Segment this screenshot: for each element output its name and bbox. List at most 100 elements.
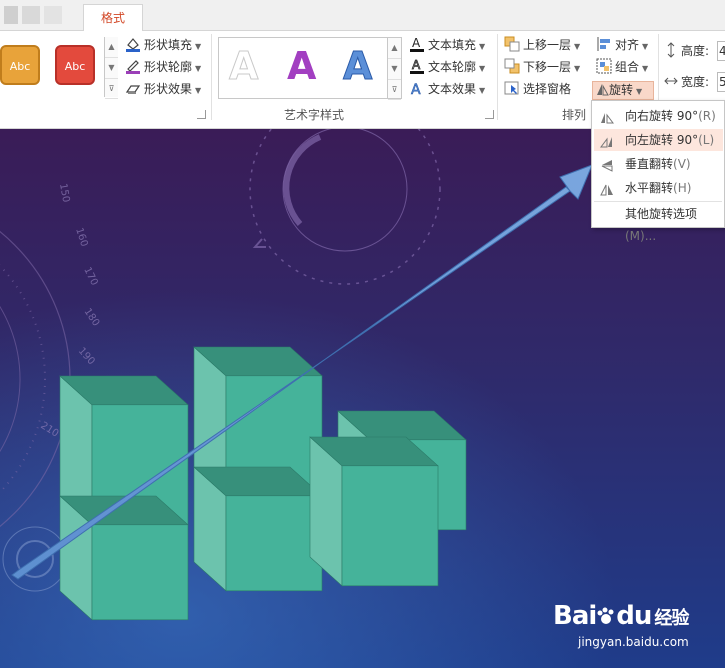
svg-text:A: A bbox=[412, 36, 421, 50]
menu-item-flip-horizontal[interactable]: 水平翻转(H) bbox=[594, 177, 723, 199]
send-backward-button[interactable]: 下移一层 ▼ bbox=[504, 57, 580, 77]
watermark-du: du bbox=[616, 601, 652, 631]
rotate-menu: 向右旋转 90°(R) 向左旋转 90°(L) 垂直翻转(V) 水平翻转(H) … bbox=[591, 100, 725, 243]
shape-effects-button[interactable]: 形状效果 ▼ bbox=[125, 79, 201, 99]
width-control: 宽度: bbox=[664, 72, 709, 92]
shape-outline-button[interactable]: 形状轮廓 ▼ bbox=[125, 57, 201, 77]
rotate-right-icon bbox=[600, 109, 614, 124]
text-fill-button[interactable]: A 文本填充 ▼ bbox=[409, 35, 485, 55]
watermark-url: jingyan.baidu.com bbox=[578, 635, 689, 649]
dropdown-arrow-icon: ▼ bbox=[479, 42, 486, 51]
width-label: 宽度: bbox=[681, 75, 710, 89]
blurred-tab bbox=[44, 6, 62, 24]
selection-pane-button[interactable]: 选择窗格 bbox=[504, 79, 571, 99]
blurred-tab bbox=[4, 6, 18, 24]
dropdown-arrow-icon: ▼ bbox=[642, 42, 649, 51]
group-button[interactable]: 组合 ▼ bbox=[596, 57, 648, 77]
paint-bucket-icon bbox=[125, 36, 141, 52]
text-effects-icon: A bbox=[409, 80, 425, 99]
text-effects-label: 文本效果 bbox=[428, 82, 477, 96]
shape-outline-label: 形状轮廓 bbox=[144, 60, 193, 74]
expand-gallery-icon[interactable]: ⊽ bbox=[388, 80, 401, 101]
selection-pane-icon bbox=[504, 80, 520, 96]
paw-icon bbox=[596, 603, 616, 624]
tab-format[interactable]: 格式 bbox=[83, 4, 143, 31]
tab-bar: 格式 bbox=[0, 0, 725, 31]
rotate-icon bbox=[595, 82, 609, 96]
pencil-icon bbox=[125, 58, 141, 74]
watermark-jingyan: 经验 bbox=[654, 608, 689, 629]
wordart-gallery[interactable]: A A A ▲ ▼ ⊽ bbox=[218, 37, 402, 101]
height-input[interactable]: 4 bbox=[717, 41, 725, 61]
shape-style-orange-button[interactable]: Abc bbox=[0, 45, 40, 85]
width-input[interactable]: 5 bbox=[717, 72, 725, 92]
align-label: 对齐 bbox=[615, 38, 640, 52]
menu-item-key: (R) bbox=[698, 109, 716, 123]
menu-item-key: (M)... bbox=[625, 229, 657, 243]
menu-item-more-rotation[interactable]: 其他旋转选项 (M)... bbox=[594, 203, 723, 243]
blurred-tab bbox=[22, 6, 40, 24]
align-icon bbox=[596, 36, 612, 52]
text-outline-icon: A bbox=[409, 58, 425, 74]
menu-item-label: 水平翻转 bbox=[625, 181, 674, 195]
wordart-group-label: 艺术字样式 bbox=[284, 108, 345, 122]
dropdown-arrow-icon: ▼ bbox=[479, 64, 486, 73]
group-icon bbox=[596, 58, 612, 74]
shape-style-red-button[interactable]: Abc bbox=[55, 45, 95, 85]
menu-item-key: (V) bbox=[673, 157, 691, 171]
height-icon bbox=[664, 42, 678, 58]
scroll-up-icon[interactable]: ▲ bbox=[105, 37, 118, 58]
wordart-scroll[interactable]: ▲ ▼ ⊽ bbox=[387, 38, 401, 101]
shape-fill-label: 形状填充 bbox=[144, 38, 193, 52]
cube bbox=[309, 436, 439, 587]
selection-pane-label: 选择窗格 bbox=[523, 82, 572, 96]
text-effects-button[interactable]: A 文本效果 ▼ bbox=[409, 79, 485, 99]
dialog-launcher-icon[interactable] bbox=[485, 110, 494, 119]
dropdown-arrow-icon: ▼ bbox=[642, 64, 649, 73]
group-label: 组合 bbox=[615, 60, 640, 74]
dropdown-arrow-icon: ▼ bbox=[574, 64, 581, 73]
expand-gallery-icon[interactable]: ⊽ bbox=[105, 79, 118, 100]
svg-text:A: A bbox=[411, 82, 421, 96]
scroll-down-icon[interactable]: ▼ bbox=[388, 59, 401, 80]
rotate-button[interactable]: 旋转 ▼ bbox=[592, 81, 654, 100]
dropdown-arrow-icon: ▼ bbox=[479, 86, 486, 95]
menu-separator bbox=[594, 201, 722, 202]
menu-item-key: (L) bbox=[698, 133, 715, 147]
menu-item-rotate-right[interactable]: 向右旋转 90°(R) bbox=[594, 105, 723, 127]
menu-item-label: 向左旋转 90° bbox=[625, 133, 699, 147]
dropdown-arrow-icon: ▼ bbox=[636, 87, 643, 96]
scroll-down-icon[interactable]: ▼ bbox=[105, 58, 118, 79]
group-separator bbox=[211, 34, 212, 120]
dialog-launcher-icon[interactable] bbox=[197, 110, 206, 119]
send-backward-icon bbox=[504, 58, 520, 74]
menu-item-rotate-left[interactable]: 向左旋转 90°(L) bbox=[594, 129, 723, 151]
shape-fill-button[interactable]: 形状填充 ▼ bbox=[125, 35, 201, 55]
height-control: 高度: bbox=[664, 41, 709, 61]
menu-item-label: 垂直翻转 bbox=[625, 157, 674, 171]
shape-style-scroll[interactable]: ▲ ▼ ⊽ bbox=[104, 37, 118, 100]
width-icon bbox=[664, 73, 678, 89]
rotate-left-icon bbox=[600, 133, 614, 148]
bring-forward-button[interactable]: 上移一层 ▼ bbox=[504, 35, 580, 55]
align-button[interactable]: 对齐 ▼ bbox=[596, 35, 648, 55]
dropdown-arrow-icon: ▼ bbox=[195, 64, 202, 73]
menu-item-label: 向右旋转 90° bbox=[625, 109, 699, 123]
flip-vertical-icon bbox=[600, 157, 614, 172]
scroll-up-icon[interactable]: ▲ bbox=[388, 38, 401, 59]
cube bbox=[59, 495, 189, 621]
cube bbox=[193, 466, 323, 592]
dropdown-arrow-icon: ▼ bbox=[195, 42, 202, 51]
height-label: 高度: bbox=[681, 44, 710, 58]
bring-forward-label: 上移一层 bbox=[523, 38, 572, 52]
text-fill-label: 文本填充 bbox=[428, 38, 477, 52]
wordart-style-2[interactable]: A bbox=[287, 44, 316, 88]
send-backward-label: 下移一层 bbox=[523, 60, 572, 74]
watermark-bai: Bai bbox=[553, 601, 597, 631]
wordart-style-3[interactable]: A bbox=[342, 44, 372, 89]
text-outline-button[interactable]: A 文本轮廓 ▼ bbox=[409, 57, 485, 77]
rotate-label: 旋转 bbox=[609, 83, 634, 97]
dropdown-arrow-icon: ▼ bbox=[195, 86, 202, 95]
menu-item-flip-vertical[interactable]: 垂直翻转(V) bbox=[594, 153, 723, 175]
wordart-style-1[interactable]: A bbox=[228, 44, 258, 89]
